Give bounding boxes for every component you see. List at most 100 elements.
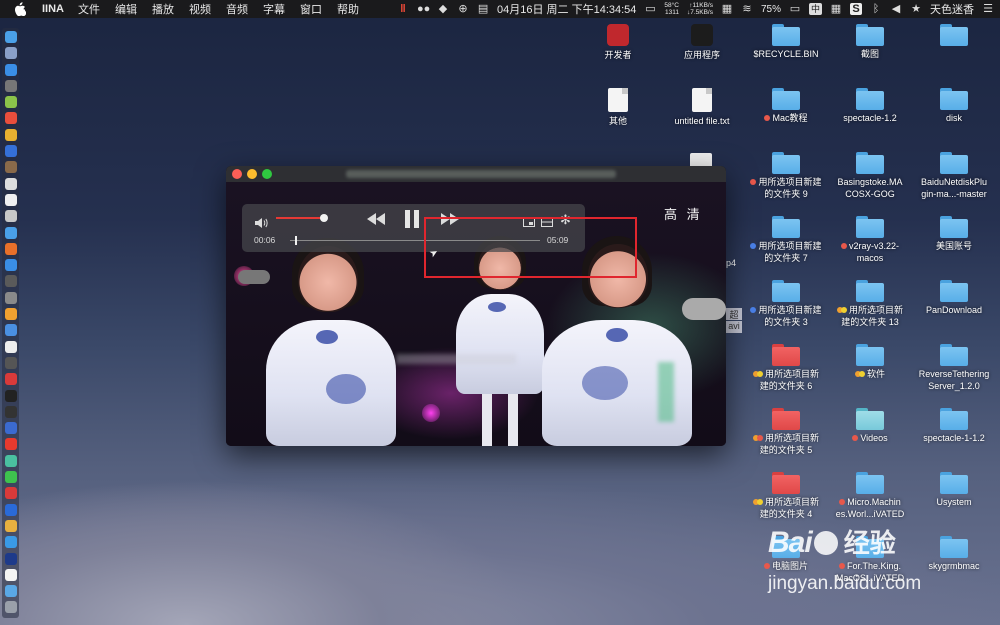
close-window-button[interactable] — [232, 169, 242, 179]
desktop-item[interactable]: Mac教程 — [740, 88, 832, 125]
network-speed[interactable]: ↑11KB/s ↓7.5KB/s — [687, 2, 713, 16]
app-menu-iina[interactable]: IINA — [42, 3, 64, 15]
dock-app-icon[interactable] — [4, 177, 17, 190]
dock-app-icon[interactable] — [4, 226, 17, 239]
desktop-item[interactable]: 应用程序 — [656, 24, 748, 62]
desktop-item[interactable]: 美国账号 — [908, 216, 1000, 253]
desktop-item[interactable]: 用所选项目新建 的文件夹 7 — [740, 216, 832, 264]
dock-android-icon[interactable] — [4, 96, 17, 109]
menu-video[interactable]: 视频 — [189, 1, 211, 17]
dock-launchpad-icon[interactable] — [4, 47, 17, 60]
menu-subtitles[interactable]: 字幕 — [263, 1, 285, 17]
minimize-window-button[interactable] — [247, 169, 257, 179]
dock-app-icon[interactable] — [4, 242, 17, 255]
dock-app-icon[interactable] — [4, 536, 17, 549]
dock-app-icon[interactable] — [4, 193, 17, 206]
desktop-item[interactable]: spectacle-1-1.2 — [908, 408, 1000, 445]
desktop-item[interactable]: BaiduNetdiskPlu gin-ma...-master — [908, 152, 1000, 200]
desktop-item[interactable]: Micro.Machin es.Worl...iVATED — [824, 472, 916, 520]
input-method-indicator[interactable]: 中 — [808, 3, 822, 15]
dots-icon[interactable]: ●● — [417, 3, 430, 15]
desktop-item[interactable]: skygrmbmac — [908, 536, 1000, 573]
notification-icon[interactable]: ◆ — [437, 3, 449, 15]
desktop-item[interactable]: 其他 — [572, 88, 664, 128]
dock-terminal-icon[interactable] — [4, 389, 17, 402]
desktop-item[interactable]: 用所选项目新建 的文件夹 9 — [740, 152, 832, 200]
user-name[interactable]: 天色迷香 — [930, 1, 974, 17]
progress-bar-knob[interactable] — [295, 236, 297, 245]
calendar-icon[interactable]: ▤ — [477, 3, 489, 15]
wifi-icon[interactable]: ≋ — [741, 3, 753, 15]
dock-chart-icon[interactable] — [4, 308, 17, 321]
dock-app-icon[interactable] — [4, 340, 17, 353]
bluetooth-icon[interactable]: ᛒ — [870, 3, 882, 15]
dock-vpn-icon[interactable] — [4, 422, 17, 435]
dock-app-icon[interactable] — [4, 405, 17, 418]
desktop-item[interactable]: Basingstoke.MA COSX-GOG — [824, 152, 916, 200]
dock-app-icon[interactable] — [4, 275, 17, 288]
dock-app-icon[interactable] — [4, 259, 17, 272]
desktop-item[interactable]: $RECYCLE.BIN — [740, 24, 832, 61]
desktop-item[interactable]: spectacle-1.2 — [824, 88, 916, 125]
desktop-item[interactable]: untitled file.txt — [656, 88, 748, 128]
dock-finder-icon[interactable] — [4, 31, 17, 43]
video-frame[interactable]: ✻ 00:06 05:09 高 清 ➤ — [226, 182, 726, 446]
desktop-item[interactable]: Videos — [824, 408, 916, 445]
desktop-item[interactable]: v2ray-v3.22- macos — [824, 216, 916, 264]
dock-folder-icon[interactable] — [4, 585, 17, 598]
dock-app-icon[interactable] — [4, 128, 17, 141]
menu-audio[interactable]: 音频 — [226, 1, 248, 17]
menu-playback[interactable]: 播放 — [152, 1, 174, 17]
dock-yandex-icon[interactable] — [4, 438, 17, 451]
dock-app-icon[interactable] — [4, 291, 17, 304]
menu-list-icon[interactable]: ☰ — [982, 3, 994, 15]
desktop-item[interactable]: ReverseTethering Server_1.2.0 — [908, 344, 1000, 392]
dock-vivaldi-icon[interactable] — [4, 373, 17, 386]
dock-compass-icon[interactable] — [4, 79, 17, 92]
dock-wechat-icon[interactable] — [4, 471, 17, 484]
sound-icon[interactable]: ◀ — [890, 3, 902, 15]
menu-help[interactable]: 帮助 — [337, 1, 359, 17]
desktop-item[interactable]: 开发者 — [572, 24, 664, 62]
desktop-item[interactable]: 用所选项目新 建的文件夹 4 — [740, 472, 832, 520]
clock-datetime[interactable]: 04月16日 周二 下午14:34:54 — [497, 1, 636, 17]
desktop-item[interactable]: PanDownload — [908, 280, 1000, 317]
dock-app-icon[interactable] — [4, 161, 17, 174]
recording-pause-icon[interactable]: ‖ — [397, 3, 409, 15]
desktop-item[interactable]: 用所选项目新 建的文件夹 13 — [824, 280, 916, 328]
desktop-item[interactable]: 用所选项目新 建的文件夹 5 — [740, 408, 832, 456]
dock-document-icon[interactable] — [4, 568, 17, 581]
dock-app-icon[interactable] — [4, 519, 17, 532]
dock-app-icon[interactable] — [4, 503, 17, 516]
desktop-item[interactable]: 软件 — [824, 344, 916, 381]
battery-icon[interactable]: ▭ — [789, 3, 801, 15]
grid2-icon[interactable]: ▦ — [830, 3, 842, 15]
rewind-icon[interactable] — [366, 212, 386, 231]
pause-icon[interactable] — [404, 209, 420, 234]
menu-window[interactable]: 窗口 — [300, 1, 322, 17]
dock-safari-icon[interactable] — [4, 63, 17, 76]
battery-percent[interactable]: 75% — [761, 4, 781, 15]
zoom-window-button[interactable] — [262, 169, 272, 179]
desktop-item[interactable]: 用所选项目新建 的文件夹 3 — [740, 280, 832, 328]
desktop-item[interactable] — [908, 24, 1000, 61]
display-icon[interactable]: ▭ — [644, 3, 656, 15]
volume-slider-track[interactable] — [276, 217, 326, 219]
apple-menu-icon[interactable] — [14, 2, 28, 17]
desktop-item[interactable]: disk — [908, 88, 1000, 125]
menu-file[interactable]: 文件 — [78, 1, 100, 17]
grid-icon[interactable]: ▦ — [721, 3, 733, 15]
iina-player-window[interactable]: ✻ 00:06 05:09 高 清 ➤ — [226, 166, 726, 446]
dock-app-icon[interactable] — [4, 454, 17, 467]
s-app-icon[interactable]: S — [850, 3, 862, 15]
dock-app-icon[interactable] — [4, 356, 17, 369]
window-titlebar[interactable] — [226, 166, 726, 182]
system-stats[interactable]: 58°C 1311 — [664, 2, 679, 16]
partial-document-icon[interactable] — [690, 153, 712, 167]
dock-app-icon[interactable] — [4, 145, 17, 158]
dock-app-icon[interactable] — [4, 324, 17, 337]
desktop-item[interactable]: 用所选项目新 建的文件夹 6 — [740, 344, 832, 392]
menu-edit[interactable]: 编辑 — [115, 1, 137, 17]
volume-icon[interactable] — [254, 216, 268, 234]
star-icon[interactable]: ★ — [910, 3, 922, 15]
